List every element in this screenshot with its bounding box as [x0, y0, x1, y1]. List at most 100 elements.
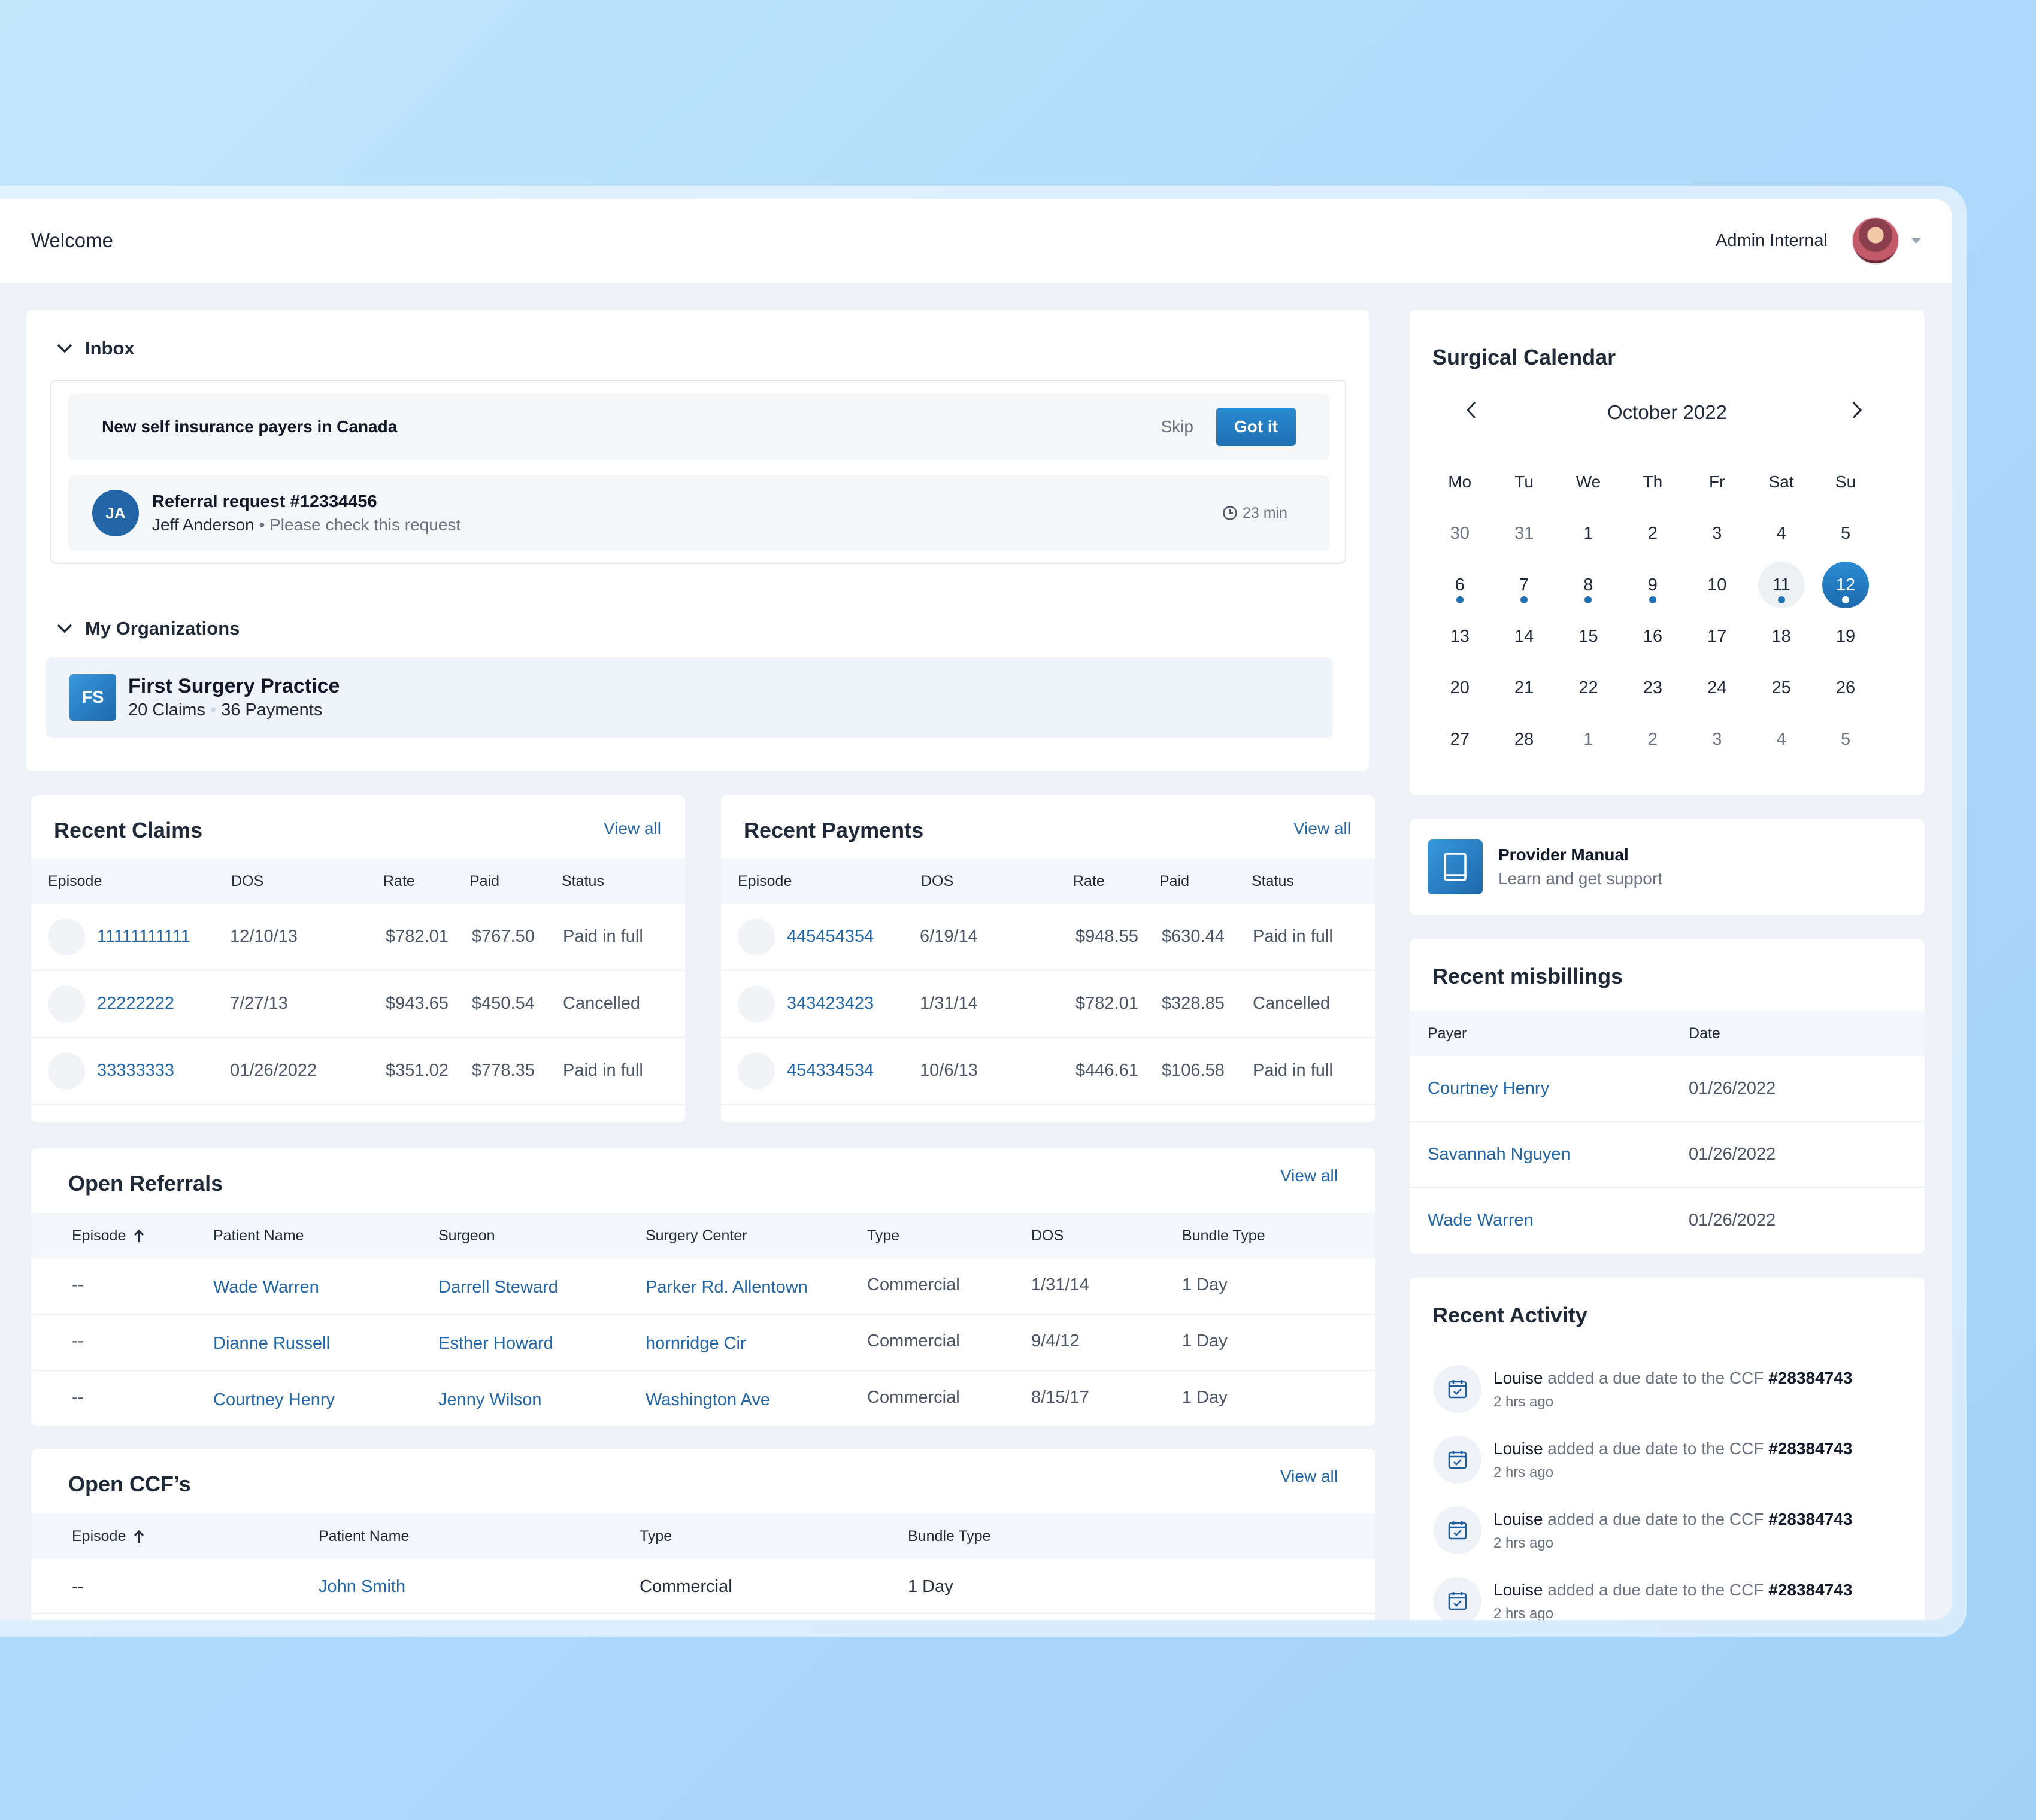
surgery-center-link[interactable]: Washington Ave — [646, 1390, 770, 1410]
calendar-day[interactable]: 22 — [1556, 662, 1620, 714]
provider-manual-title[interactable]: Provider Manual — [1498, 845, 1629, 864]
column-header[interactable]: Status — [1252, 873, 1294, 890]
calendar-day[interactable]: 9 — [1620, 559, 1684, 611]
surgeon-link[interactable]: Jenny Wilson — [438, 1390, 541, 1410]
payer-link[interactable]: Wade Warren — [1428, 1211, 1534, 1230]
column-header[interactable]: Type — [867, 1227, 899, 1245]
column-header[interactable]: Surgeon — [438, 1227, 495, 1245]
table-row[interactable]: -- Wade Warren Darrell Steward Parker Rd… — [31, 1258, 1375, 1315]
ccf-number[interactable]: #28384743 — [1768, 1510, 1852, 1528]
column-header[interactable]: Episode — [48, 873, 102, 890]
arrow-up-icon[interactable] — [133, 1229, 145, 1243]
episode-link[interactable]: 454334534 — [787, 1061, 874, 1081]
column-header[interactable]: Episode — [738, 873, 792, 890]
calendar-day[interactable]: 28 — [1492, 714, 1556, 765]
inbox-request[interactable]: JA Referral request #12334456 Jeff Ander… — [68, 475, 1329, 551]
table-row[interactable]: -- Dianne Russell Esther Howard hornridg… — [31, 1315, 1375, 1371]
surgery-center-link[interactable]: hornridge Cir — [646, 1334, 746, 1354]
arrow-up-icon[interactable] — [133, 1530, 145, 1544]
column-header[interactable]: Rate — [1073, 873, 1105, 890]
activity-item[interactable]: Louise added a due date to the CCF #2838… — [1434, 1365, 1901, 1431]
column-header[interactable]: DOS — [921, 873, 953, 890]
table-row[interactable]: Savannah Nguyen 01/26/2022 — [1410, 1122, 1925, 1188]
table-row[interactable]: 343423423 1/31/14 $782.01 $328.85 Cancel… — [721, 971, 1375, 1038]
column-header[interactable]: Status — [562, 873, 604, 890]
patient-link[interactable]: Wade Warren — [213, 1278, 319, 1297]
calendar-day[interactable]: 8 — [1556, 559, 1620, 611]
table-row[interactable]: 33333333 01/26/2022 $351.02 $778.35 Paid… — [31, 1038, 685, 1105]
column-header[interactable]: Patient Name — [319, 1528, 409, 1545]
episode-link[interactable]: 11111111111 — [97, 927, 190, 947]
episode-link[interactable]: 33333333 — [97, 1061, 174, 1081]
provider-manual-card[interactable]: Provider Manual Learn and get support — [1410, 819, 1925, 915]
calendar-day[interactable]: 4 — [1749, 508, 1813, 559]
table-row[interactable]: -- John Smith Commercial 1 Day — [31, 1559, 1375, 1614]
column-header[interactable]: Type — [640, 1528, 672, 1545]
view-all-link[interactable]: View all — [1293, 819, 1351, 838]
surgery-center-link[interactable]: Parker Rd. Allentown — [646, 1278, 808, 1297]
table-row[interactable]: 454334534 10/6/13 $446.61 $106.58 Paid i… — [721, 1038, 1375, 1105]
chevron-down-icon[interactable] — [56, 623, 73, 634]
avatar[interactable] — [1852, 217, 1899, 265]
calendar-day-selected[interactable]: 12 — [1813, 559, 1877, 611]
calendar-day[interactable]: 21 — [1492, 662, 1556, 714]
table-row[interactable]: 11111111111 12/10/13 $782.01 $767.50 Pai… — [31, 904, 685, 971]
column-header[interactable]: Bundle Type — [1182, 1227, 1265, 1245]
column-header[interactable]: DOS — [1031, 1227, 1064, 1245]
episode-link[interactable]: 343423423 — [787, 994, 874, 1014]
table-row[interactable]: Wade Warren 01/26/2022 — [1410, 1188, 1925, 1254]
chevron-down-icon[interactable] — [1911, 238, 1921, 244]
column-header[interactable]: Paid — [469, 873, 499, 890]
column-header[interactable]: Date — [1689, 1025, 1720, 1042]
column-header[interactable]: Payer — [1428, 1025, 1467, 1042]
view-all-link[interactable]: View all — [1280, 1467, 1338, 1486]
calendar-day[interactable]: 23 — [1620, 662, 1684, 714]
calendar-day[interactable]: 31 — [1492, 508, 1556, 559]
calendar-day[interactable]: 24 — [1685, 662, 1749, 714]
activity-item[interactable]: Louise added a due date to the CCF #2838… — [1434, 1577, 1901, 1620]
table-row[interactable]: -- Courtney Henry Jenny Wilson Washingto… — [31, 1371, 1375, 1426]
calendar-day[interactable]: 16 — [1620, 611, 1684, 662]
activity-item[interactable]: Louise added a due date to the CCF #2838… — [1434, 1436, 1901, 1502]
column-header[interactable]: Patient Name — [213, 1227, 304, 1245]
column-header-sortable[interactable]: Episode — [72, 1528, 145, 1545]
calendar-day[interactable]: 26 — [1813, 662, 1877, 714]
inbox-toggle[interactable]: Inbox — [56, 338, 135, 359]
calendar-day[interactable]: 18 — [1749, 611, 1813, 662]
episode-link[interactable]: 445454354 — [787, 927, 874, 947]
column-header-sortable[interactable]: Episode — [72, 1227, 145, 1245]
calendar-day[interactable]: 2 — [1620, 508, 1684, 559]
column-header[interactable]: Surgery Center — [646, 1227, 747, 1245]
table-row[interactable]: 445454354 6/19/14 $948.55 $630.44 Paid i… — [721, 904, 1375, 971]
calendar-day[interactable]: 10 — [1685, 559, 1749, 611]
calendar-day[interactable]: 19 — [1813, 611, 1877, 662]
ccf-number[interactable]: #28384743 — [1768, 1439, 1852, 1458]
payer-link[interactable]: Courtney Henry — [1428, 1079, 1549, 1099]
calendar-day[interactable]: 1 — [1556, 508, 1620, 559]
view-all-link[interactable]: View all — [1280, 1166, 1338, 1185]
table-row[interactable]: Courtney Henry 01/26/2022 — [1410, 1056, 1925, 1122]
calendar-day[interactable]: 2 — [1620, 714, 1684, 765]
calendar-day[interactable]: 5 — [1813, 714, 1877, 765]
chevron-down-icon[interactable] — [56, 343, 73, 354]
calendar-day[interactable]: 5 — [1813, 508, 1877, 559]
organizations-toggle[interactable]: My Organizations — [56, 618, 240, 639]
patient-link[interactable]: Courtney Henry — [213, 1390, 335, 1410]
ccf-number[interactable]: #28384743 — [1768, 1369, 1852, 1387]
payer-link[interactable]: Savannah Nguyen — [1428, 1145, 1571, 1164]
calendar-day[interactable]: 15 — [1556, 611, 1620, 662]
episode-link[interactable]: 22222222 — [97, 994, 174, 1014]
calendar-day[interactable]: 17 — [1685, 611, 1749, 662]
calendar-day[interactable]: 4 — [1749, 714, 1813, 765]
calendar-day[interactable]: 30 — [1428, 508, 1492, 559]
skip-button[interactable]: Skip — [1161, 417, 1193, 436]
column-header[interactable]: Bundle Type — [908, 1528, 991, 1545]
activity-item[interactable]: Louise added a due date to the CCF #2838… — [1434, 1506, 1901, 1572]
calendar-day[interactable]: 20 — [1428, 662, 1492, 714]
calendar-day[interactable]: 27 — [1428, 714, 1492, 765]
table-row[interactable]: 22222222 7/27/13 $943.65 $450.54 Cancell… — [31, 971, 685, 1038]
column-header[interactable]: Rate — [383, 873, 415, 890]
organization-item[interactable]: FS First Surgery Practice 20 Claims • 36 P… — [46, 657, 1333, 738]
calendar-day[interactable]: 25 — [1749, 662, 1813, 714]
calendar-day[interactable]: 14 — [1492, 611, 1556, 662]
